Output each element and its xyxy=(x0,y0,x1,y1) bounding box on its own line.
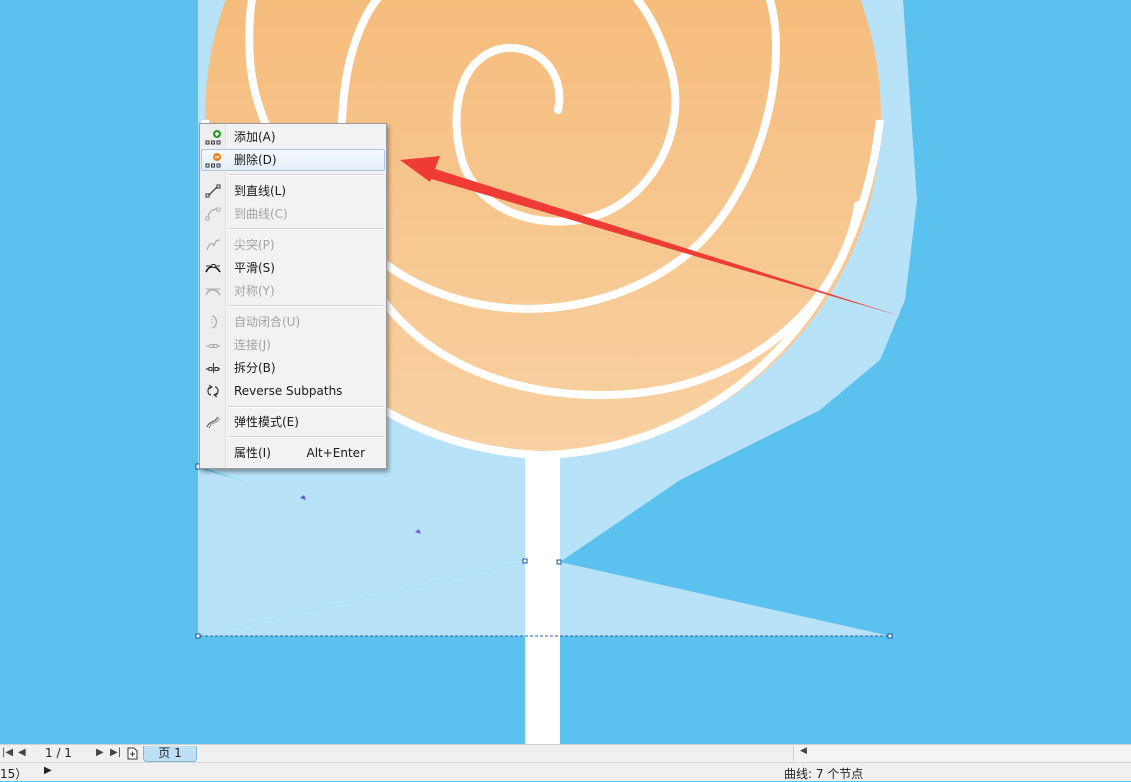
menu-separator xyxy=(228,174,384,176)
menu-item-join[interactable]: 连接(J) xyxy=(201,334,385,356)
menu-item-auto-close-label: 自动闭合(U) xyxy=(234,315,301,329)
menu-item-add[interactable]: 添加(A) xyxy=(201,126,385,148)
menu-item-to-line[interactable]: 到直线(L) xyxy=(201,180,385,202)
menu-item-symmetrical-label: 对称(Y) xyxy=(234,284,275,298)
menu-separator xyxy=(228,406,384,408)
menu-item-properties-label: 属性(I) xyxy=(234,446,271,460)
menu-item-smooth[interactable]: 平滑(S) xyxy=(201,257,385,279)
status-selection-info: 曲线: 7 个节点 xyxy=(784,767,864,781)
first-page-button[interactable]: |◀ xyxy=(2,745,13,762)
menu-item-elastic-mode-label: 弹性模式(E) xyxy=(234,415,299,429)
menu-item-delete-label: 删除(D) xyxy=(234,153,277,167)
menu-item-cusp-label: 尖突(P) xyxy=(234,238,275,252)
lollipop-artwork[interactable] xyxy=(0,0,1131,744)
menu-item-reverse-subpaths[interactable]: Reverse Subpaths xyxy=(201,380,385,402)
status-coordinates: 15） xyxy=(0,767,28,781)
tab-page-1[interactable]: 页 1 xyxy=(143,746,197,762)
elastic-mode-icon xyxy=(206,416,221,429)
reverse-subpaths-icon xyxy=(207,384,219,398)
menu-item-join-label: 连接(J) xyxy=(234,338,271,352)
prev-page-button[interactable]: ◀ xyxy=(18,745,26,762)
menu-item-to-curve[interactable]: 到曲线(C) xyxy=(201,203,385,225)
to-line-icon xyxy=(205,184,221,198)
status-bar: 15） ▶ 曲线: 7 个节点 xyxy=(0,762,1131,781)
menu-item-add-label: 添加(A) xyxy=(234,130,276,144)
menu-item-smooth-label: 平滑(S) xyxy=(234,261,275,275)
menu-item-break[interactable]: 拆分(B) xyxy=(201,357,385,379)
menu-separator xyxy=(228,436,384,438)
scroll-left-icon[interactable]: ◀ xyxy=(800,746,807,756)
menu-item-elastic-mode[interactable]: 弹性模式(E) xyxy=(201,411,385,433)
symmetrical-icon xyxy=(205,288,221,296)
next-page-button[interactable]: ▶ xyxy=(96,745,104,762)
break-icon xyxy=(206,363,220,373)
status-expand-icon[interactable]: ▶ xyxy=(44,765,52,776)
menu-item-properties-shortcut: Alt+Enter xyxy=(306,446,365,460)
drawing-canvas[interactable] xyxy=(0,0,1131,744)
page-navigation-bar: |◀ ◀ 1 / 1 ▶ ▶| 页 1 ◀ xyxy=(0,744,1131,762)
node-context-menu: 添加(A) 删除(D) 到直线(L) 到曲线(C) 尖突(P) 平滑(S) 对称… xyxy=(199,123,387,469)
add-page-icon[interactable] xyxy=(127,747,138,760)
menu-item-delete[interactable]: 删除(D) xyxy=(201,149,385,171)
menu-separator xyxy=(228,305,384,307)
menu-item-break-label: 拆分(B) xyxy=(234,361,276,375)
join-icon xyxy=(206,344,220,348)
horizontal-scrollbar[interactable]: ◀ xyxy=(793,746,1131,761)
to-curve-icon xyxy=(205,207,221,221)
add-node-icon xyxy=(205,130,221,145)
delete-node-icon xyxy=(205,153,221,168)
menu-item-symmetrical[interactable]: 对称(Y) xyxy=(201,280,385,302)
page-count: 1 / 1 xyxy=(45,746,72,760)
last-page-button[interactable]: ▶| xyxy=(110,745,121,762)
menu-item-auto-close[interactable]: 自动闭合(U) xyxy=(201,311,385,333)
auto-close-icon xyxy=(211,315,218,329)
lollipop-stick[interactable] xyxy=(525,455,560,744)
menu-item-to-line-label: 到直线(L) xyxy=(234,184,287,198)
menu-item-cusp[interactable]: 尖突(P) xyxy=(201,234,385,256)
menu-separator xyxy=(228,228,384,230)
menu-item-properties[interactable]: 属性(I) Alt+Enter xyxy=(201,442,385,464)
smooth-icon xyxy=(205,264,221,273)
menu-item-to-curve-label: 到曲线(C) xyxy=(234,207,288,221)
cusp-icon xyxy=(206,239,221,251)
menu-item-reverse-subpaths-label: Reverse Subpaths xyxy=(234,384,343,398)
